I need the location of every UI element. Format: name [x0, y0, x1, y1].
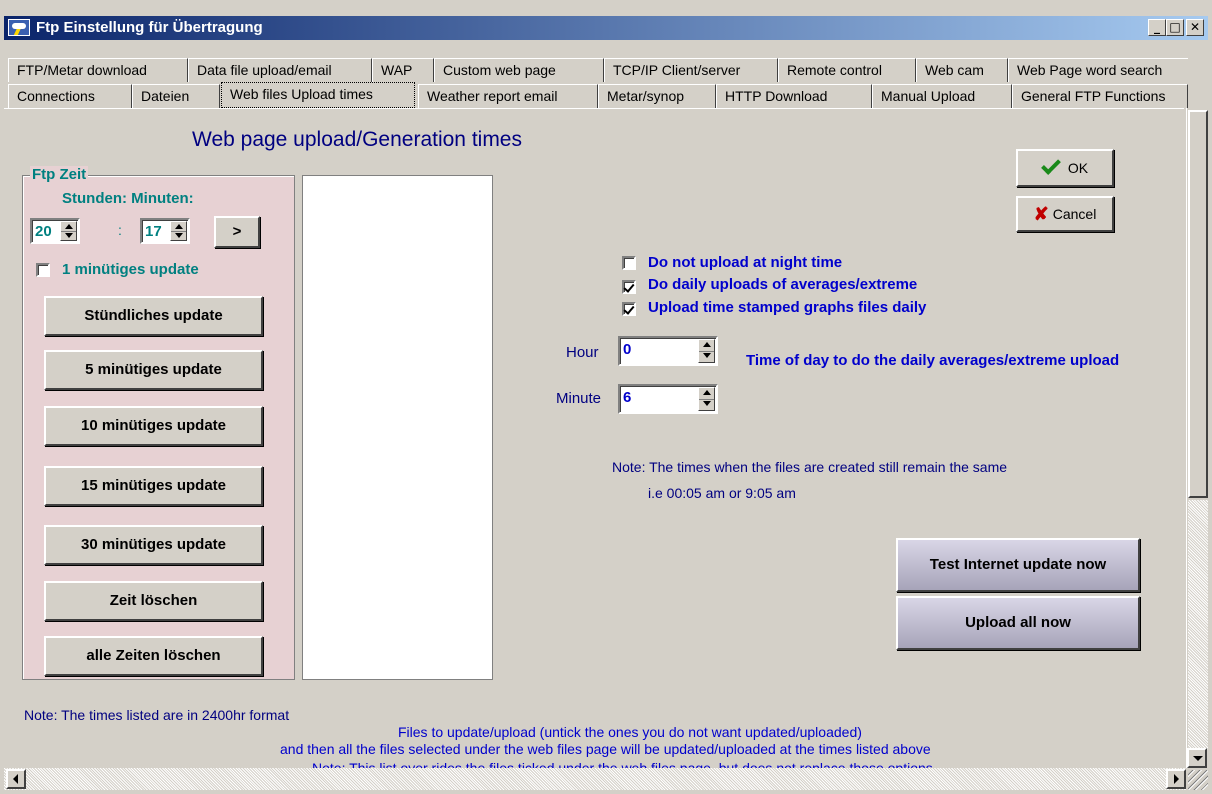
minute-spin-buttons[interactable] — [170, 221, 187, 241]
tab-ftp-metar-download[interactable]: FTP/Metar download — [8, 58, 188, 82]
upload-times-list[interactable] — [302, 175, 493, 680]
tab-web-page-word-search[interactable]: Web Page word search — [1008, 58, 1188, 82]
daily-hour-spin-buttons[interactable] — [698, 339, 715, 363]
daily-minute-spin-buttons[interactable] — [698, 387, 715, 411]
one-minute-update-label: 1 minütiges update — [62, 261, 199, 278]
tab-connections[interactable]: Connections — [8, 84, 132, 108]
page-title: Web page upload/Generation times — [192, 128, 522, 151]
ok-label: OK — [1067, 160, 1089, 176]
hour-value: 20 — [35, 223, 52, 240]
spin-down-icon — [703, 401, 711, 406]
checkmark-icon — [1040, 155, 1061, 175]
daily-averages-checkbox[interactable] — [622, 280, 636, 294]
title-bar[interactable]: Ftp Einstellung für Übertragung _ □ ✕ — [4, 16, 1208, 40]
daily-minute-label: Minute — [556, 390, 602, 407]
ftp-settings-window: Ftp Einstellung für Übertragung _ □ ✕ FT… — [0, 0, 1212, 794]
tab-dateien[interactable]: Dateien — [132, 84, 220, 108]
scroll-left-button[interactable] — [6, 769, 26, 789]
one-minute-update-checkbox[interactable] — [36, 263, 50, 277]
files-note-line-1: Files to update/upload (untick the ones … — [398, 724, 862, 740]
tab-web-cam[interactable]: Web cam — [916, 58, 1008, 82]
daily-minute-spinner[interactable]: 6 — [618, 384, 718, 414]
tab-row-2: Connections Dateien Web files Upload tim… — [8, 82, 1188, 108]
fifteen-minute-update-button[interactable]: 15 minütiges update — [44, 466, 263, 506]
daily-hour-spinner[interactable]: 0 — [618, 336, 718, 366]
close-button[interactable]: ✕ — [1186, 19, 1204, 36]
tab-custom-web-page[interactable]: Custom web page — [434, 58, 604, 82]
tab-web-files-upload-times[interactable]: Web files Upload times — [221, 82, 415, 108]
spin-up-icon — [65, 224, 73, 229]
spin-down-icon — [65, 233, 73, 238]
spin-up-icon — [703, 342, 711, 347]
hour-spin-buttons[interactable] — [60, 221, 77, 241]
vertical-scroll-thumb[interactable] — [1188, 110, 1208, 498]
daily-minute-value: 6 — [623, 389, 632, 406]
note-times-example: i.e 00:05 am or 9:05 am — [648, 485, 796, 501]
tab-manual-upload[interactable]: Manual Upload — [872, 84, 1012, 108]
time-of-day-description: Time of day to do the daily averages/ext… — [746, 352, 1120, 369]
note-2400hr-format: Note: The times listed are in 2400hr for… — [24, 707, 290, 723]
no-night-upload-checkbox[interactable] — [622, 256, 636, 270]
hourly-update-button[interactable]: Stündliches update — [44, 296, 263, 336]
daily-averages-label: Do daily uploads of averages/extreme — [648, 276, 918, 293]
ftp-time-legend: Ftp Zeit — [30, 166, 89, 184]
resize-grip-icon[interactable] — [1188, 770, 1208, 790]
tab-tcpip-client-server[interactable]: TCP/IP Client/server — [604, 58, 778, 82]
tab-data-file-upload[interactable]: Data file upload/email — [188, 58, 372, 82]
scroll-right-button[interactable] — [1166, 769, 1186, 789]
daily-hour-value: 0 — [623, 341, 632, 358]
cancel-button[interactable]: ✘ Cancel — [1016, 196, 1114, 232]
add-time-button[interactable]: > — [214, 216, 260, 248]
tab-http-download[interactable]: HTTP Download — [716, 84, 872, 108]
thirty-minute-update-button[interactable]: 30 minütiges update — [44, 525, 263, 565]
spin-up-icon — [175, 224, 183, 229]
cancel-label: Cancel — [1052, 206, 1097, 222]
spin-down-icon — [175, 233, 183, 238]
vertical-scrollbar[interactable] — [1186, 108, 1208, 768]
note-times-created: Note: The times when the files are creat… — [612, 459, 1008, 475]
arrow-down-icon — [1193, 756, 1203, 761]
upload-all-now-button[interactable]: Upload all now — [896, 596, 1140, 650]
daily-hour-label: Hour — [566, 344, 599, 361]
no-night-upload-label: Do not upload at night time — [648, 254, 843, 271]
minimize-button[interactable]: _ — [1148, 19, 1166, 36]
hour-spinner[interactable]: 20 — [30, 218, 80, 244]
tab-remote-control[interactable]: Remote control — [778, 58, 916, 82]
hours-minutes-label: Stunden: Minuten: — [62, 190, 194, 207]
vertical-scroll-track[interactable] — [1188, 500, 1208, 750]
ten-minute-update-button[interactable]: 10 minütiges update — [44, 406, 263, 446]
test-internet-update-button[interactable]: Test Internet update now — [896, 538, 1140, 592]
files-note-line-2: and then all the files selected under th… — [280, 741, 931, 757]
arrow-right-icon — [1174, 774, 1179, 784]
cancel-x-icon: ✘ — [1033, 204, 1049, 224]
tab-wap[interactable]: WAP — [372, 58, 434, 82]
clear-time-button[interactable]: Zeit löschen — [44, 581, 263, 621]
clear-all-times-button[interactable]: alle Zeiten löschen — [44, 636, 263, 676]
spin-up-icon — [703, 390, 711, 395]
arrow-left-icon — [13, 774, 18, 784]
app-weather-icon — [8, 19, 30, 36]
daily-graphs-checkbox[interactable] — [622, 302, 636, 316]
tab-row-1: FTP/Metar download Data file upload/emai… — [8, 56, 1188, 82]
ok-button[interactable]: OK — [1016, 149, 1114, 187]
tab-weather-report-email[interactable]: Weather report email — [418, 84, 598, 108]
daily-graphs-label: Upload time stamped graphs files daily — [648, 299, 927, 316]
five-minute-update-button[interactable]: 5 minütiges update — [44, 350, 263, 390]
horizontal-scrollbar[interactable] — [4, 768, 1186, 790]
window-title: Ftp Einstellung für Übertragung — [36, 19, 263, 36]
files-note-line-3: Note: This list over rides the files tic… — [312, 760, 933, 768]
time-separator: : — [118, 222, 122, 238]
tab-general-ftp-functions[interactable]: General FTP Functions — [1012, 84, 1188, 108]
minute-spinner[interactable]: 17 — [140, 218, 190, 244]
tab-metar-synop[interactable]: Metar/synop — [598, 84, 716, 108]
minute-value: 17 — [145, 223, 162, 240]
spin-down-icon — [703, 353, 711, 358]
scroll-down-button[interactable] — [1187, 748, 1207, 768]
maximize-button[interactable]: □ — [1166, 19, 1184, 36]
